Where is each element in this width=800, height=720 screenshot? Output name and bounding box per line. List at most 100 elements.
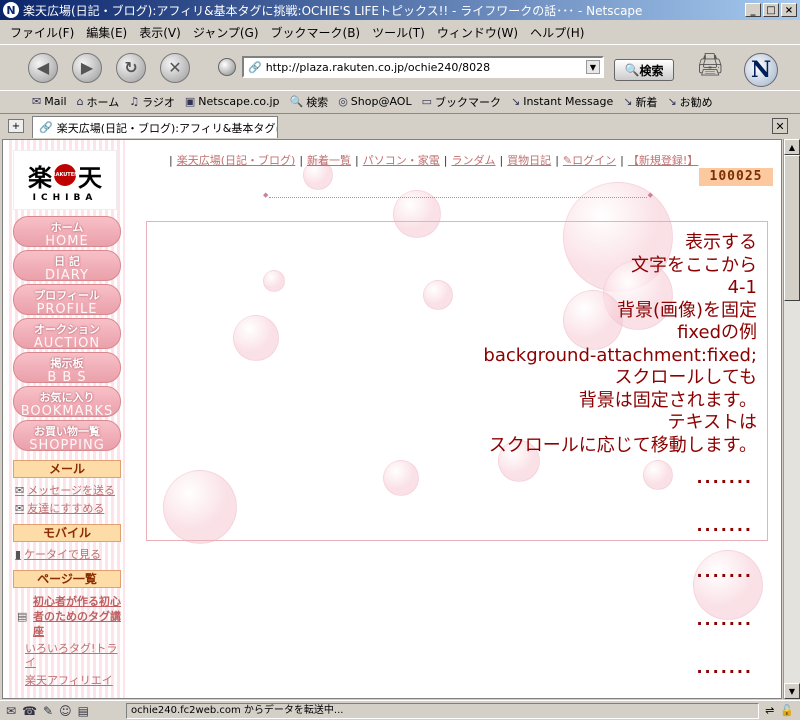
bookmark-search[interactable]: 🔍 検索	[289, 94, 328, 110]
rakuten-ichiba-logo[interactable]: 楽 RAKUTEN 天 ICHIBA	[13, 150, 117, 210]
nav-label-jp: 掲示板	[50, 357, 84, 370]
vertical-scrollbar[interactable]: ▲ ▼	[783, 139, 800, 699]
toplink-login[interactable]: ✎ログイン	[563, 154, 616, 167]
menu-edit[interactable]: 編集(E)	[80, 24, 133, 41]
fixed-background-demo-box: 表示する 文字をここから 4-1 背景(画像)を固定 fixedの例 background…	[146, 221, 768, 541]
forward-button[interactable]: ▶	[72, 52, 102, 83]
address-book-icon[interactable]: ☎	[22, 704, 37, 718]
nav-auction-button[interactable]: オークション AUCTION	[13, 318, 121, 349]
menu-view[interactable]: 表示(V)	[133, 24, 187, 41]
bookmark-home[interactable]: ⌂ ホーム	[77, 94, 120, 110]
nav-label-en: DIARY	[45, 268, 89, 281]
menu-tools[interactable]: ツール(T)	[366, 24, 431, 41]
nav-profile-button[interactable]: プロフィール PROFILE	[13, 284, 121, 315]
menu-window[interactable]: ウィンドウ(W)	[431, 24, 524, 41]
demo-text-line: background-attachment:fixed;	[483, 344, 757, 366]
address-bar[interactable]: 🔗 ▼	[242, 56, 604, 78]
bookmark-radio[interactable]: ♫ ラジオ	[129, 94, 175, 110]
bookmark-label: Netscape.co.jp	[198, 95, 280, 108]
nav-shopping-list-button[interactable]: お買い物一覧SHOPPING LIST	[13, 420, 121, 451]
demo-text-line: スクロールに応じて移動します。	[488, 434, 757, 456]
toplink-register[interactable]: 【新規登録!】	[628, 154, 698, 167]
menu-help[interactable]: ヘルプ(H)	[524, 24, 590, 41]
reload-icon: ↻	[124, 58, 138, 77]
composer-icon[interactable]: ✎	[43, 704, 53, 718]
access-counter: 100025	[699, 168, 773, 186]
page-link-tag-course[interactable]: 初心者が作る初心者のためのタグ講座	[33, 594, 125, 639]
toplink-shopping-diary[interactable]: 買物日記	[507, 154, 551, 167]
subpage-link-tag-try[interactable]: いろいろタグ!トライ	[25, 642, 125, 670]
send-message-link[interactable]: ✉ メッセージを送る	[15, 482, 115, 498]
scroll-thumb[interactable]	[784, 155, 800, 301]
home-globe-icon[interactable]	[218, 58, 236, 76]
envelope-icon: ✉	[15, 484, 25, 497]
dots-line: .......	[696, 658, 753, 677]
history-icon[interactable]: ▤	[78, 704, 89, 718]
logo-subtitle: ICHIBA	[32, 192, 98, 203]
mail-status-icon[interactable]: ✉	[6, 704, 16, 718]
tab-active[interactable]: 🔗 楽天広場(日記・ブログ):アフィリ&基本タグに...	[32, 116, 278, 138]
menu-file[interactable]: ファイル(F)	[4, 24, 80, 41]
netscape-logo[interactable]: N	[744, 53, 778, 87]
nav-home-button[interactable]: ホーム HOME	[13, 216, 121, 247]
bookmark-folder[interactable]: ▭ ブックマーク	[422, 94, 501, 110]
chat-icon[interactable]: ☺	[59, 704, 72, 718]
nav-diary-button[interactable]: 日 記 DIARY	[13, 250, 121, 281]
toplink-pc[interactable]: パソコン・家電	[363, 154, 440, 167]
page-icon: 🔗	[39, 121, 53, 134]
subpage-link-affiliate[interactable]: 楽天アフィリエイ	[25, 674, 125, 688]
demo-text-line: 4-1	[727, 277, 757, 298]
reload-button[interactable]: ↻	[116, 52, 146, 83]
search-button-label: 検索	[639, 63, 664, 78]
stop-icon: ✕	[168, 58, 182, 77]
nav-label-en: PROFILE	[36, 302, 98, 315]
search-icon: 🔍	[289, 95, 304, 108]
home-icon: ⌂	[76, 95, 84, 108]
pages-section-header: ページ一覧	[13, 570, 121, 588]
nav-bbs-button[interactable]: 掲示板 B B S	[13, 352, 121, 383]
bookmark-label: Shop@AOL	[350, 95, 412, 108]
dots-line: .......	[696, 516, 753, 535]
close-button[interactable]: ×	[781, 3, 797, 17]
link-label: 友達にすすめる	[27, 502, 105, 515]
menu-go[interactable]: ジャンプ(G)	[187, 24, 265, 41]
recommend-friend-link[interactable]: ✉ 友達にすすめる	[15, 500, 104, 516]
bookmark-netscape[interactable]: ▣ Netscape.co.jp	[185, 95, 280, 108]
close-tab-icon[interactable]: ✕	[772, 118, 788, 134]
shop-icon: ◎	[338, 95, 348, 108]
menu-bookmarks[interactable]: ブックマーク(B)	[265, 24, 367, 41]
demo-text-line: スクロールしても	[614, 367, 757, 388]
maximize-button[interactable]: □	[763, 3, 779, 17]
bookmark-shop[interactable]: ◎ Shop@AOL	[338, 95, 411, 108]
print-icon[interactable]: 🖨	[696, 53, 732, 83]
page-content: 楽 RAKUTEN 天 ICHIBA ホーム HOME 日 記 DIARY プロフィ…	[2, 139, 782, 699]
link-label: ケータイで見る	[24, 548, 102, 561]
link-label: ログイン	[572, 154, 617, 167]
nav-label-en: BOOKMARKS	[20, 404, 114, 417]
toplink-plaza[interactable]: 楽天広場(日記・ブログ)	[177, 154, 296, 167]
bookmark-mail[interactable]: ✉ Mail	[32, 95, 67, 108]
bookmark-instant-message[interactable]: ↘ Instant Message	[511, 95, 613, 108]
nav-bookmarks-button[interactable]: お気に入り BOOKMARKS	[13, 386, 121, 417]
scroll-up-icon[interactable]: ▲	[784, 139, 800, 155]
bookmark-recommend[interactable]: ↘ お勧め	[667, 94, 712, 110]
nav-label-jp: ホーム	[50, 221, 84, 234]
toplink-new[interactable]: 新着一覧	[307, 154, 351, 167]
sidebar: 楽 RAKUTEN 天 ICHIBA ホーム HOME 日 記 DIARY プロフィ…	[9, 140, 125, 698]
url-input[interactable]	[265, 60, 586, 74]
dots-line: .......	[696, 610, 753, 629]
minimize-button[interactable]: _	[745, 3, 761, 17]
bookmark-new[interactable]: ↘ 新着	[623, 94, 657, 110]
stop-button[interactable]: ✕	[160, 52, 190, 83]
nav-label-jp: 日 記	[54, 255, 80, 268]
toplink-random[interactable]: ランダム	[451, 154, 495, 167]
url-dropdown-icon[interactable]: ▼	[586, 60, 600, 74]
back-button[interactable]: ◀	[28, 52, 58, 83]
dots-line: .......	[696, 562, 753, 581]
scroll-down-icon[interactable]: ▼	[784, 683, 800, 699]
mobile-view-link[interactable]: ▮ ケータイで見る	[15, 546, 101, 562]
search-button[interactable]: 🔍 検索	[614, 59, 674, 81]
logo-char-right: 天	[78, 162, 102, 192]
status-text: ochie240.fc2web.com からデータを転送中...	[126, 702, 760, 719]
new-tab-icon[interactable]: +	[8, 119, 24, 133]
